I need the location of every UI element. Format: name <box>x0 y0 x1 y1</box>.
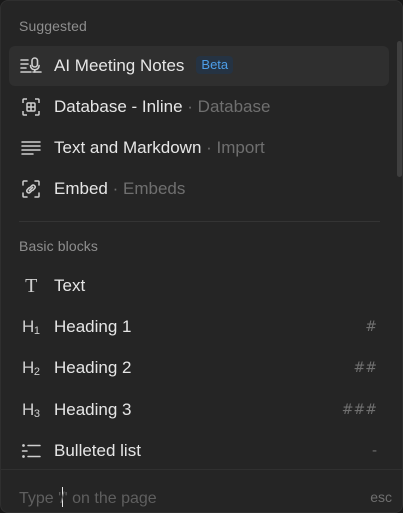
menu-item-label: Text <box>54 276 86 295</box>
menu-item-heading-1[interactable]: H1 Heading 1 # <box>9 307 389 347</box>
menu-footer: Type '/' on the page esc <box>1 469 402 512</box>
section-label-suggested: Suggested <box>19 18 87 34</box>
menu-item-heading-3[interactable]: H3 Heading 3 ### <box>9 390 389 430</box>
bulleted-list-icon <box>19 440 43 462</box>
heading-2-icon: H2 <box>22 358 40 378</box>
markdown-shortcut: ### <box>341 402 377 418</box>
markdown-shortcut: # <box>365 319 377 335</box>
menu-item-label: AI Meeting Notes Beta <box>54 56 234 76</box>
menu-item-category: Database <box>197 97 271 116</box>
menu-item-label: Text and Markdown · Import <box>54 138 265 157</box>
heading-1-icon: H1 <box>22 317 40 337</box>
menu-item-heading-2[interactable]: H2 Heading 2 ## <box>9 348 389 388</box>
scrollbar-thumb[interactable] <box>397 41 402 177</box>
heading-3-icon: H3 <box>22 400 40 420</box>
menu-item-label: Heading 1 <box>54 317 132 336</box>
filter-hint[interactable]: Type '/' on the page <box>19 487 157 508</box>
menu-item-database-inline[interactable]: Database - Inline · Database <box>9 87 389 127</box>
database-inline-icon <box>19 96 43 118</box>
menu-item-category: Embeds <box>123 179 186 198</box>
section-label-basic-blocks: Basic blocks <box>19 238 99 254</box>
esc-hint[interactable]: esc <box>370 489 392 505</box>
beta-badge: Beta <box>196 56 234 74</box>
lines-icon <box>19 137 43 159</box>
text-icon: T <box>25 274 37 297</box>
menu-item-category: Import <box>216 138 265 157</box>
markdown-shortcut: - <box>371 443 377 459</box>
menu-scroll-area[interactable]: Suggested AI Meeting Notes Beta Database… <box>1 1 402 469</box>
menu-item-bulleted-list[interactable]: Bulleted list - <box>9 431 389 469</box>
section-divider <box>19 221 380 222</box>
menu-item-label: Database - Inline · Database <box>54 97 271 116</box>
menu-item-label: Heading 2 <box>54 358 132 377</box>
embed-link-icon <box>19 178 43 200</box>
menu-item-text-and-markdown[interactable]: Text and Markdown · Import <box>9 128 389 168</box>
menu-item-label: Embed · Embeds <box>54 179 186 198</box>
markdown-shortcut: ## <box>353 360 377 376</box>
menu-item-label: Bulleted list <box>54 441 141 460</box>
menu-item-text[interactable]: T Text <box>9 266 389 306</box>
menu-item-embed[interactable]: Embed · Embeds <box>9 169 389 209</box>
menu-item-label: Heading 3 <box>54 400 132 419</box>
menu-item-ai-meeting-notes[interactable]: AI Meeting Notes Beta <box>9 46 389 86</box>
meeting-notes-icon <box>19 55 43 77</box>
slash-command-menu: Suggested AI Meeting Notes Beta Database… <box>0 0 403 513</box>
